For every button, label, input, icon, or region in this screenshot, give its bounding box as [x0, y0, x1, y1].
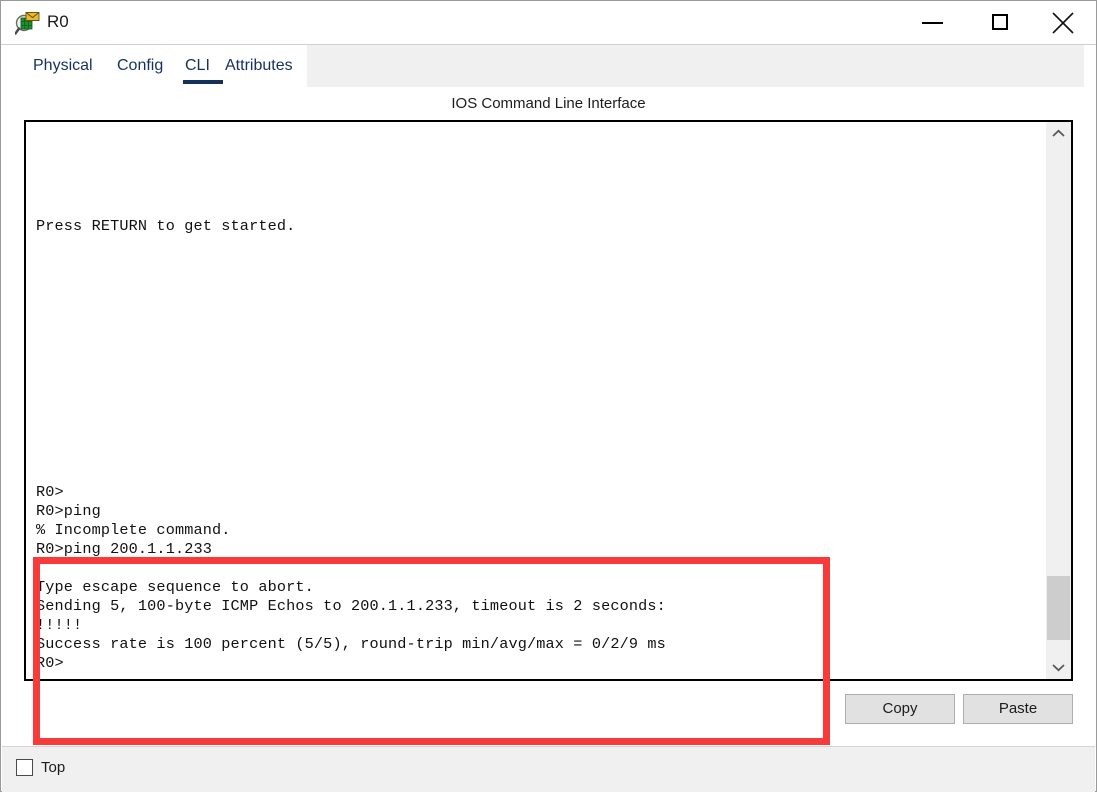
- tab-attributes[interactable]: Attributes: [225, 45, 293, 87]
- cli-panel-title: IOS Command Line Interface: [451, 95, 646, 112]
- paste-button[interactable]: Paste: [963, 694, 1073, 724]
- terminal-text: Press RETURN to get started. R0> R0>ping…: [36, 217, 666, 673]
- window-title: R0: [47, 12, 69, 31]
- scroll-down-button[interactable]: [1046, 655, 1071, 679]
- top-checkbox-label: Top: [41, 759, 66, 776]
- footer-bar: Top: [2, 746, 1095, 792]
- scroll-up-button[interactable]: [1046, 122, 1071, 146]
- close-button[interactable]: [1040, 1, 1086, 43]
- minimize-icon: [922, 22, 943, 24]
- maximize-button[interactable]: [978, 1, 1024, 43]
- router-magnifier-icon: [14, 10, 41, 36]
- active-tab-indicator: [183, 80, 223, 84]
- tab-physical[interactable]: Physical: [33, 45, 93, 87]
- tab-config[interactable]: Config: [117, 45, 163, 87]
- terminal-container: Press RETURN to get started. R0> R0>ping…: [24, 120, 1073, 681]
- copy-button[interactable]: Copy: [845, 694, 955, 724]
- maximize-icon: [992, 14, 1008, 30]
- scrollbar-thumb[interactable]: [1047, 575, 1070, 640]
- cli-panel: IOS Command Line Interface Press RETURN …: [13, 87, 1084, 745]
- title-bar: R0: [1, 1, 1096, 45]
- terminal-output[interactable]: Press RETURN to get started. R0> R0>ping…: [26, 122, 1045, 679]
- top-checkbox[interactable]: [16, 759, 33, 776]
- terminal-scrollbar[interactable]: [1045, 122, 1071, 679]
- tab-bar: Physical Config CLI Attributes: [13, 45, 1084, 87]
- device-window: R0 Physical Config CLI Attributes IOS Co…: [0, 0, 1097, 792]
- minimize-button[interactable]: [910, 1, 956, 43]
